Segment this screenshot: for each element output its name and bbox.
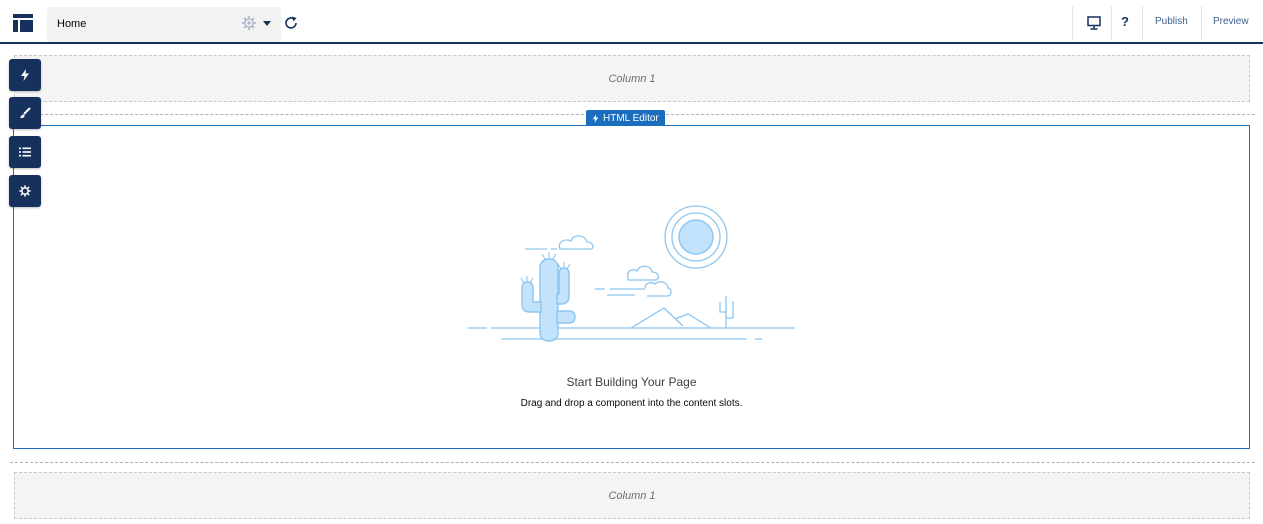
region-separator	[10, 462, 1255, 463]
column-label: Column 1	[608, 72, 656, 85]
page-name: Home	[57, 18, 87, 30]
chevron-down-icon[interactable]	[263, 21, 271, 27]
toolbar-divider	[1072, 6, 1073, 40]
refresh-icon[interactable]	[283, 15, 299, 31]
publish-button[interactable]: Publish	[1155, 16, 1188, 27]
toolbar-divider	[1111, 6, 1112, 40]
page-settings-gear-icon[interactable]	[241, 15, 257, 31]
empty-state-subtitle: Drag and drop a component into the conte…	[520, 398, 743, 409]
page-layout-icon[interactable]	[10, 11, 36, 35]
page-structure-tool-button[interactable]	[9, 136, 41, 168]
html-editor-label: HTML Editor	[603, 112, 659, 124]
preview-button[interactable]: Preview	[1213, 16, 1249, 27]
layout-icon	[13, 14, 33, 32]
help-button[interactable]: ?	[1121, 14, 1129, 29]
brush-icon	[20, 107, 31, 119]
column-label: Column 1	[608, 489, 656, 502]
toolbar-divider	[1142, 6, 1143, 40]
lightning-icon	[21, 69, 29, 81]
empty-state-title: Start Building Your Page	[566, 375, 697, 389]
desktop-icon[interactable]	[1086, 15, 1102, 31]
list-icon	[19, 147, 31, 157]
html-editor-badge[interactable]: HTML Editor	[586, 110, 665, 126]
top-column-region[interactable]: Column 1	[14, 55, 1250, 102]
gear-icon	[19, 185, 31, 197]
top-toolbar: Home ? Publish Preview	[0, 0, 1263, 44]
page-selector[interactable]: Home	[47, 7, 281, 42]
bottom-column-region[interactable]: Column 1	[14, 472, 1250, 519]
lightning-icon	[592, 113, 599, 123]
components-tool-button[interactable]	[9, 59, 41, 91]
theme-tool-button[interactable]	[9, 97, 41, 129]
toolbar-divider	[1201, 6, 1202, 40]
settings-tool-button[interactable]	[9, 175, 41, 207]
desert-cactus-illustration	[468, 205, 795, 342]
